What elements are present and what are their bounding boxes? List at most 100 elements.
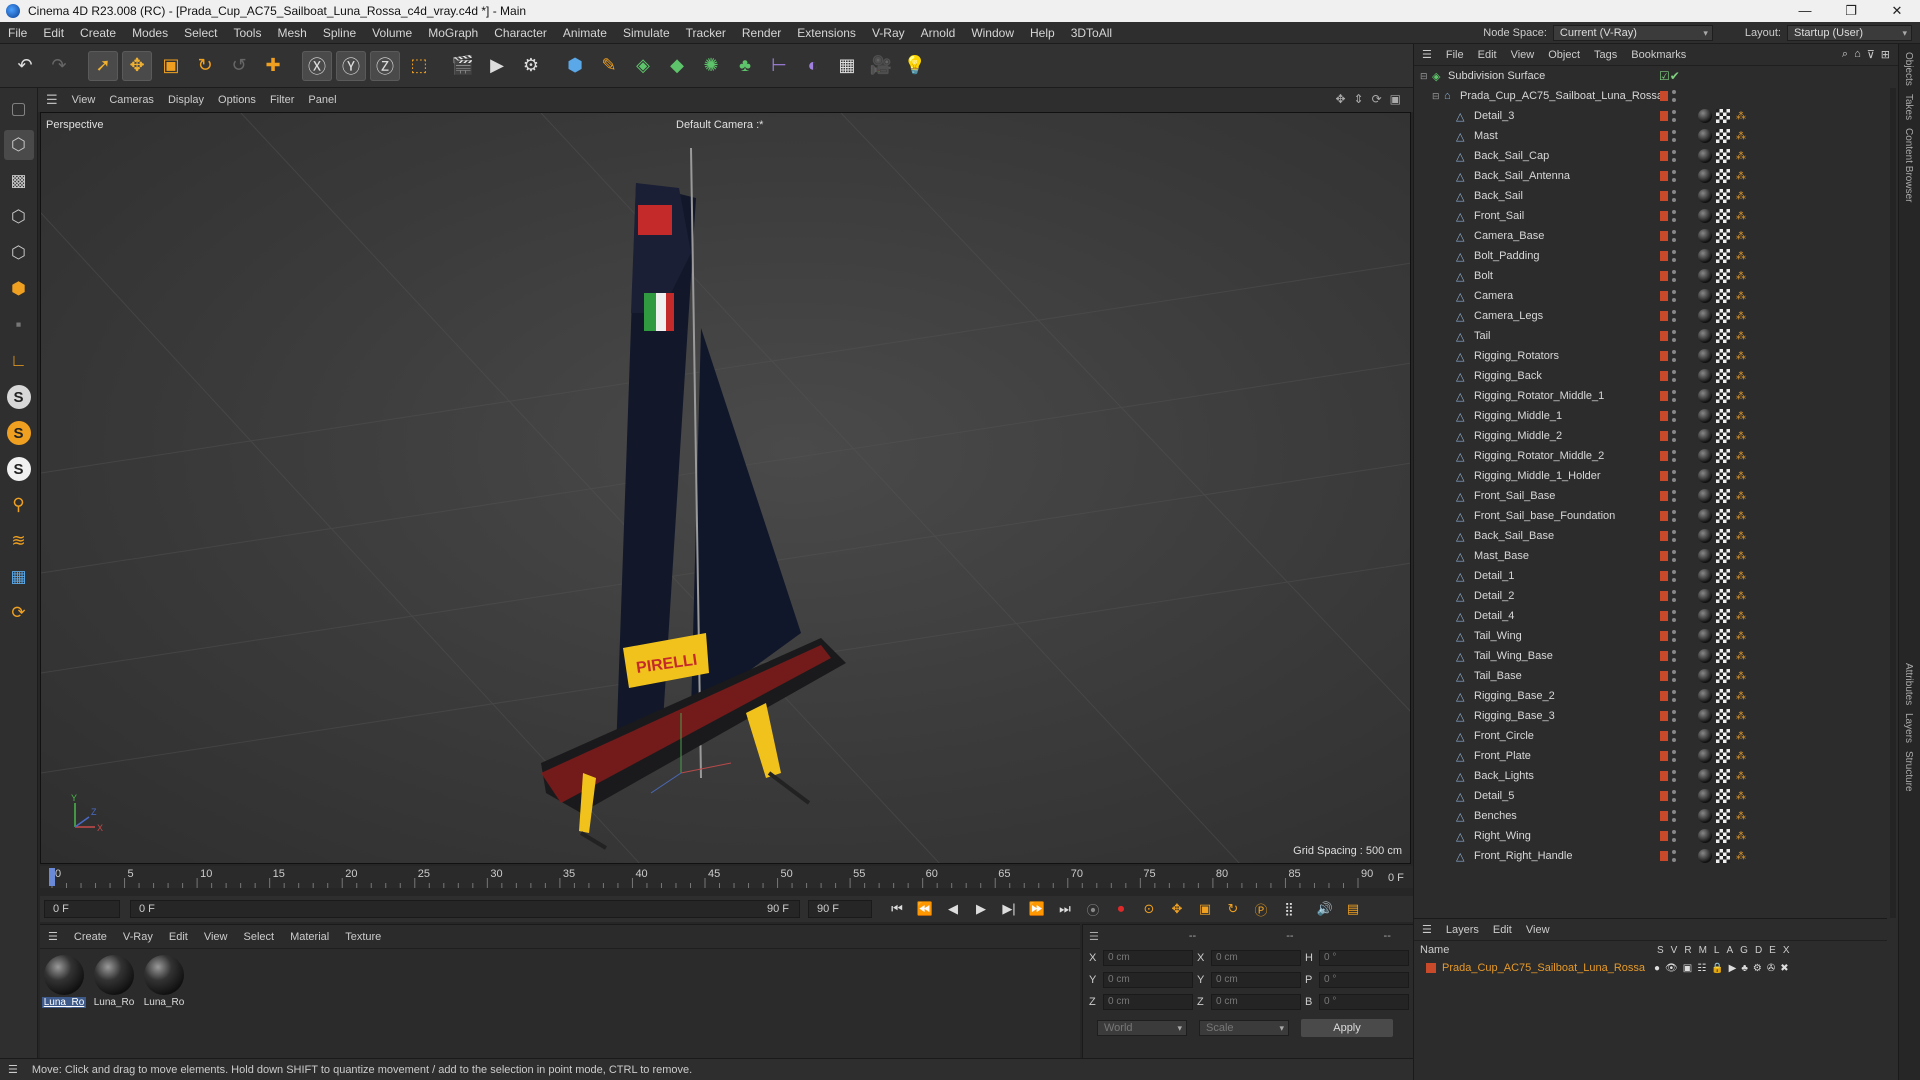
phong-tag-icon[interactable]: ⁂ [1736,791,1746,802]
phong-tag-icon[interactable]: ⁂ [1736,591,1746,602]
solo-icon[interactable]: ● [1654,963,1660,974]
rotation-p-field[interactable]: 0 ° [1319,972,1409,988]
visibility-dots-icon[interactable] [1672,290,1676,302]
tab-layers[interactable]: Layers [1903,713,1914,743]
om-menu-view[interactable]: View [1511,49,1535,61]
om-menu-file[interactable]: File [1446,49,1464,61]
uvw-tag-icon[interactable] [1716,249,1730,263]
layer-menu-layers[interactable]: Layers [1446,924,1479,936]
key-scale-icon[interactable]: ▣ [1192,898,1218,920]
prev-frame-icon[interactable]: ◀ [940,898,966,920]
layer-color-icon[interactable] [1660,591,1668,601]
render-icon[interactable]: ▣ [1683,963,1692,974]
apply-button[interactable]: Apply [1301,1019,1393,1037]
edge-mode-icon[interactable]: ⬡ [4,238,34,268]
visibility-dots-icon[interactable] [1672,150,1676,162]
subdivision-icon[interactable]: ◈ [628,51,658,81]
home-icon[interactable]: ⌂ [1854,48,1861,61]
object-row[interactable]: △ Front_Sail_base_Foundation ⁂ [1414,506,1898,526]
uvw-tag-icon[interactable] [1716,309,1730,323]
object-row[interactable]: △ Detail_2 ⁂ [1414,586,1898,606]
redo-icon[interactable]: ↷ [44,51,74,81]
layer-color-icon[interactable] [1660,231,1668,241]
material-tag-icon[interactable] [1698,209,1712,223]
layer-color-icon[interactable] [1660,471,1668,481]
manager-icon[interactable]: ☷ [1697,963,1706,974]
uvw-tag-icon[interactable] [1716,789,1730,803]
phong-tag-icon[interactable]: ⁂ [1736,411,1746,422]
layer-color-icon[interactable] [1660,151,1668,161]
menu-help[interactable]: Help [1022,22,1063,44]
visibility-dots-icon[interactable] [1672,310,1676,322]
visibility-dots-icon[interactable] [1672,130,1676,142]
visibility-dots-icon[interactable] [1672,470,1676,482]
menu-create[interactable]: Create [72,22,124,44]
om-menu-object[interactable]: Object [1548,49,1580,61]
uvw-tag-icon[interactable] [1716,609,1730,623]
material-tag-icon[interactable] [1698,589,1712,603]
viewport-menu-options[interactable]: Options [218,94,256,106]
phong-tag-icon[interactable]: ⁂ [1736,171,1746,182]
phong-tag-icon[interactable]: ⁂ [1736,771,1746,782]
layer-color-icon[interactable] [1660,251,1668,261]
material-swatch[interactable]: Luna_Ro [142,955,186,1008]
phong-tag-icon[interactable]: ⁂ [1736,351,1746,362]
light-icon[interactable]: 💡 [900,51,930,81]
uvw-tag-icon[interactable] [1716,569,1730,583]
object-row[interactable]: △ Detail_4 ⁂ [1414,606,1898,626]
layer-color-icon[interactable] [1660,611,1668,621]
phong-tag-icon[interactable]: ⁂ [1736,811,1746,822]
3d-viewport[interactable]: Perspective Default Camera :* PIRELLI Y … [40,112,1411,864]
uvw-tag-icon[interactable] [1716,129,1730,143]
visibility-dots-icon[interactable] [1672,370,1676,382]
recent-tool-icon[interactable]: ↺ [224,51,254,81]
viewport-menu-display[interactable]: Display [168,94,204,106]
tab-attributes[interactable]: Attributes [1903,663,1914,705]
deformer-icon[interactable]: ⚙ [1753,963,1762,974]
layer-color-icon[interactable] [1660,91,1668,101]
size-x-field[interactable]: 0 cm [1211,950,1301,966]
material-tag-icon[interactable] [1698,769,1712,783]
material-tag-icon[interactable] [1698,449,1712,463]
material-tag-icon[interactable] [1698,489,1712,503]
phong-tag-icon[interactable]: ⁂ [1736,251,1746,262]
position-y-field[interactable]: 0 cm [1103,972,1193,988]
visibility-dots-icon[interactable] [1672,90,1676,102]
tab-takes[interactable]: Takes [1903,94,1914,120]
viewport-menu-filter[interactable]: Filter [270,94,294,106]
menu-tools[interactable]: Tools [225,22,269,44]
position-z-field[interactable]: 0 cm [1103,994,1193,1010]
layer-color-icon[interactable] [1660,291,1668,301]
position-x-field[interactable]: 0 cm [1103,950,1193,966]
layer-color-icon[interactable] [1660,431,1668,441]
expression-icon[interactable]: ✇ [1767,963,1775,974]
object-row[interactable]: △ Detail_5 ⁂ [1414,786,1898,806]
object-row[interactable]: △ Benches ⁂ [1414,806,1898,826]
phong-tag-icon[interactable]: ⁂ [1736,431,1746,442]
visibility-dots-icon[interactable] [1672,110,1676,122]
start-frame-field[interactable]: 0 F [44,900,120,918]
visibility-dots-icon[interactable] [1672,830,1676,842]
phong-tag-icon[interactable]: ⁂ [1736,651,1746,662]
material-tag-icon[interactable] [1698,149,1712,163]
material-tag-icon[interactable] [1698,809,1712,823]
material-tag-icon[interactable] [1698,709,1712,723]
object-row[interactable]: △ Detail_1 ⁂ [1414,566,1898,586]
phong-tag-icon[interactable]: ⁂ [1736,371,1746,382]
uvw-tag-icon[interactable] [1716,429,1730,443]
object-list-scrollbar[interactable] [1890,88,1896,918]
motion-record-icon[interactable]: 🔊 [1312,898,1338,920]
key-rotation-icon[interactable]: ↻ [1220,898,1246,920]
material-tag-icon[interactable] [1698,569,1712,583]
object-row[interactable]: △ Right_Wing ⁂ [1414,826,1898,846]
go-to-start-icon[interactable]: ⏮ [884,898,910,920]
deformer-icon[interactable]: ♣ [730,51,760,81]
phong-tag-icon[interactable]: ⁂ [1736,611,1746,622]
layer-color-icon[interactable] [1660,491,1668,501]
visibility-dots-icon[interactable] [1672,410,1676,422]
object-row[interactable]: △ Bolt_Padding ⁂ [1414,246,1898,266]
om-menu-edit[interactable]: Edit [1478,49,1497,61]
phong-tag-icon[interactable]: ⁂ [1736,231,1746,242]
visibility-dots-icon[interactable] [1672,750,1676,762]
mat-menu-view[interactable]: View [204,931,228,943]
